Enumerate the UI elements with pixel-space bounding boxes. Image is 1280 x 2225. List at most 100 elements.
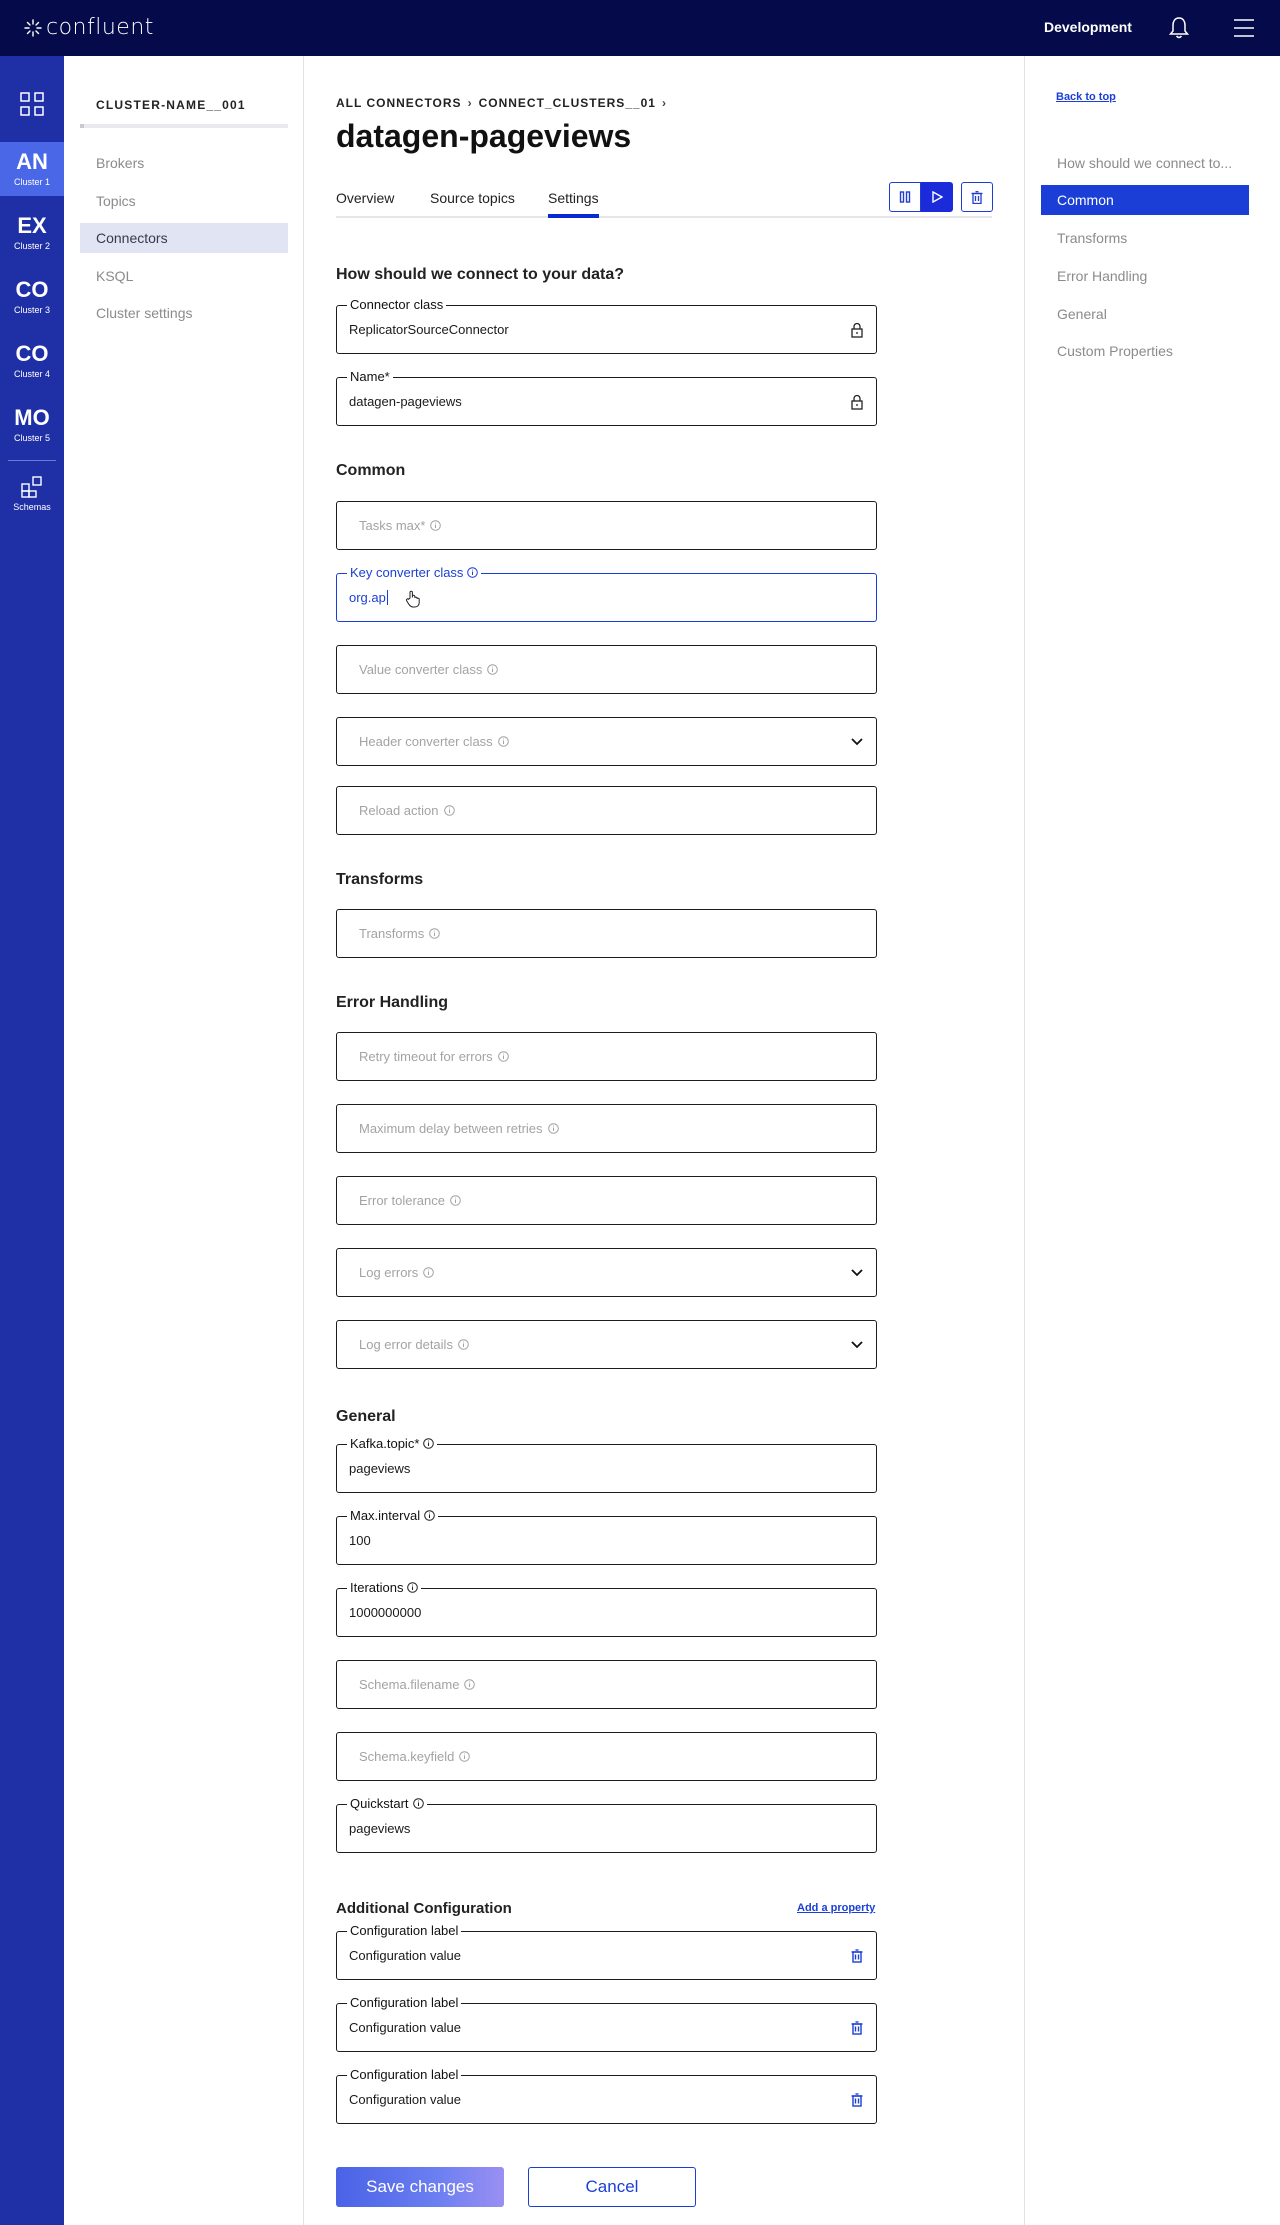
cluster-3-button[interactable]: CO Cluster 3 [0,270,64,324]
schemas-icon [21,476,42,498]
section-connect-heading: How should we connect to your data? [336,266,625,283]
environment-label[interactable]: Development [1044,19,1132,35]
chevron-down-icon[interactable] [850,1337,864,1353]
info-icon[interactable] [497,736,509,747]
error-tolerance-field[interactable]: Error tolerance [336,1176,877,1225]
field-label: Configuration label [350,1995,459,2010]
key-converter-class-value: org.ap [349,590,388,605]
toc-item-connect[interactable]: How should we connect to... [1041,148,1249,178]
nav-item-topics[interactable]: Topics [80,186,288,216]
log-errors-select[interactable]: Log errors [336,1248,877,1297]
retry-timeout-field[interactable]: Retry timeout for errors [336,1032,877,1081]
lock-icon [851,394,863,410]
tab-source-topics[interactable]: Source topics [430,188,515,218]
info-icon[interactable] [423,1438,435,1449]
custom-property-row[interactable]: Configuration label Configuration value [336,1995,877,2052]
custom-property-row[interactable]: Configuration label Configuration value [336,2067,877,2124]
breadcrumb-connect-cluster[interactable]: CONNECT_CLUSTERS__01 [479,96,656,110]
info-icon[interactable] [547,1123,559,1134]
cluster-1-button[interactable]: AN Cluster 1 [0,142,64,196]
value-converter-class-field[interactable]: Value converter class [336,645,877,694]
name-field[interactable]: Name* datagen-pageviews [336,369,877,426]
save-changes-button[interactable]: Save changes [336,2167,504,2207]
iterations-field[interactable]: Iterations 1000000000 [336,1580,877,1637]
placeholder-text: Reload action [359,803,439,818]
log-errors-placeholder: Log errors [359,1265,435,1280]
trash-icon[interactable] [850,1948,864,1964]
schemas-button[interactable]: Schemas [0,476,64,512]
placeholder-text: Transforms [359,926,425,941]
resume-button[interactable] [921,182,953,212]
info-icon[interactable] [424,1510,435,1521]
toc-item-error-handling[interactable]: Error Handling [1041,261,1249,291]
cluster-5-button[interactable]: MO Cluster 5 [0,398,64,452]
max-interval-field[interactable]: Max.interval 100 [336,1508,877,1565]
field-label: Iterations [350,1580,404,1595]
info-icon[interactable] [412,1798,424,1809]
hamburger-icon[interactable] [1234,17,1254,39]
info-icon[interactable] [459,1751,471,1762]
info-icon[interactable] [443,805,455,816]
info-icon[interactable] [487,664,499,675]
breadcrumb: ALL CONNECTORS › CONNECT_CLUSTERS__01 › [336,96,667,110]
schema-keyfield-field[interactable]: Schema.keyfield [336,1732,877,1781]
iterations-value: 1000000000 [349,1605,422,1620]
log-error-details-select[interactable]: Log error details [336,1320,877,1369]
chevron-right-icon: › [467,96,473,110]
schema-filename-field[interactable]: Schema.filename [336,1660,877,1709]
tab-settings[interactable]: Settings [548,188,599,218]
info-icon[interactable] [467,567,479,578]
connector-class-value: ReplicatorSourceConnector [349,322,509,337]
reload-action-field[interactable]: Reload action [336,786,877,835]
info-icon[interactable] [407,1582,419,1593]
kafka-topic-field[interactable]: Kafka.topic* pageviews [336,1436,877,1493]
toc-item-common[interactable]: Common [1041,185,1249,215]
tasks-max-field[interactable]: Tasks max* [336,501,877,550]
nav-item-ksql[interactable]: KSQL [80,261,288,291]
breadcrumb-all-connectors[interactable]: ALL CONNECTORS [336,96,462,110]
back-to-top-link[interactable]: Back to top [1056,91,1116,103]
info-icon[interactable] [458,1339,469,1350]
info-icon[interactable] [464,1679,476,1690]
toc-item-custom-properties[interactable]: Custom Properties [1041,336,1249,366]
header-converter-class-select[interactable]: Header converter class [336,717,877,766]
cancel-button[interactable]: Cancel [528,2167,696,2207]
chevron-down-icon[interactable] [850,1265,864,1281]
info-icon[interactable] [423,1267,435,1278]
trash-icon[interactable] [850,2020,864,2036]
info-icon[interactable] [430,520,442,531]
apps-grid-icon[interactable] [20,92,44,116]
bell-icon[interactable] [1168,16,1190,40]
nav-item-cluster-settings[interactable]: Cluster settings [80,298,288,328]
add-property-link[interactable]: Add a property [797,1902,875,1914]
section-common-heading: Common [336,462,406,479]
info-icon[interactable] [497,1051,509,1062]
transforms-field[interactable]: Transforms [336,909,877,958]
info-icon[interactable] [450,1195,461,1206]
key-converter-class-label: Key converter class [347,565,482,580]
pause-button[interactable] [889,182,921,212]
info-icon[interactable] [429,928,441,939]
confluent-logo[interactable]: confluent [24,15,154,40]
pause-play-group [889,182,953,212]
key-converter-class-field[interactable]: Key converter class org.ap [336,565,877,622]
delete-connector-button[interactable] [961,182,993,212]
max-interval-label: Max.interval [347,1508,439,1523]
tab-overview[interactable]: Overview [336,188,394,218]
quickstart-field[interactable]: Quickstart pageviews [336,1796,877,1853]
field-label: Kafka.topic* [350,1436,420,1451]
connector-class-field[interactable]: Connector class ReplicatorSourceConnecto… [336,297,877,354]
trash-icon[interactable] [850,2092,864,2108]
max-delay-field[interactable]: Maximum delay between retries [336,1104,877,1153]
chevron-down-icon[interactable] [850,734,864,750]
placeholder-text: Value converter class [359,662,483,677]
cluster-2-button[interactable]: EX Cluster 2 [0,206,64,260]
trash-icon [971,190,983,204]
toc-item-general[interactable]: General [1041,299,1249,329]
text-cursor [386,590,388,605]
custom-property-row[interactable]: Configuration label Configuration value [336,1923,877,1980]
toc-item-transforms[interactable]: Transforms [1041,223,1249,253]
nav-item-connectors[interactable]: Connectors [80,223,288,253]
nav-item-brokers[interactable]: Brokers [80,148,288,178]
cluster-4-button[interactable]: CO Cluster 4 [0,334,64,388]
